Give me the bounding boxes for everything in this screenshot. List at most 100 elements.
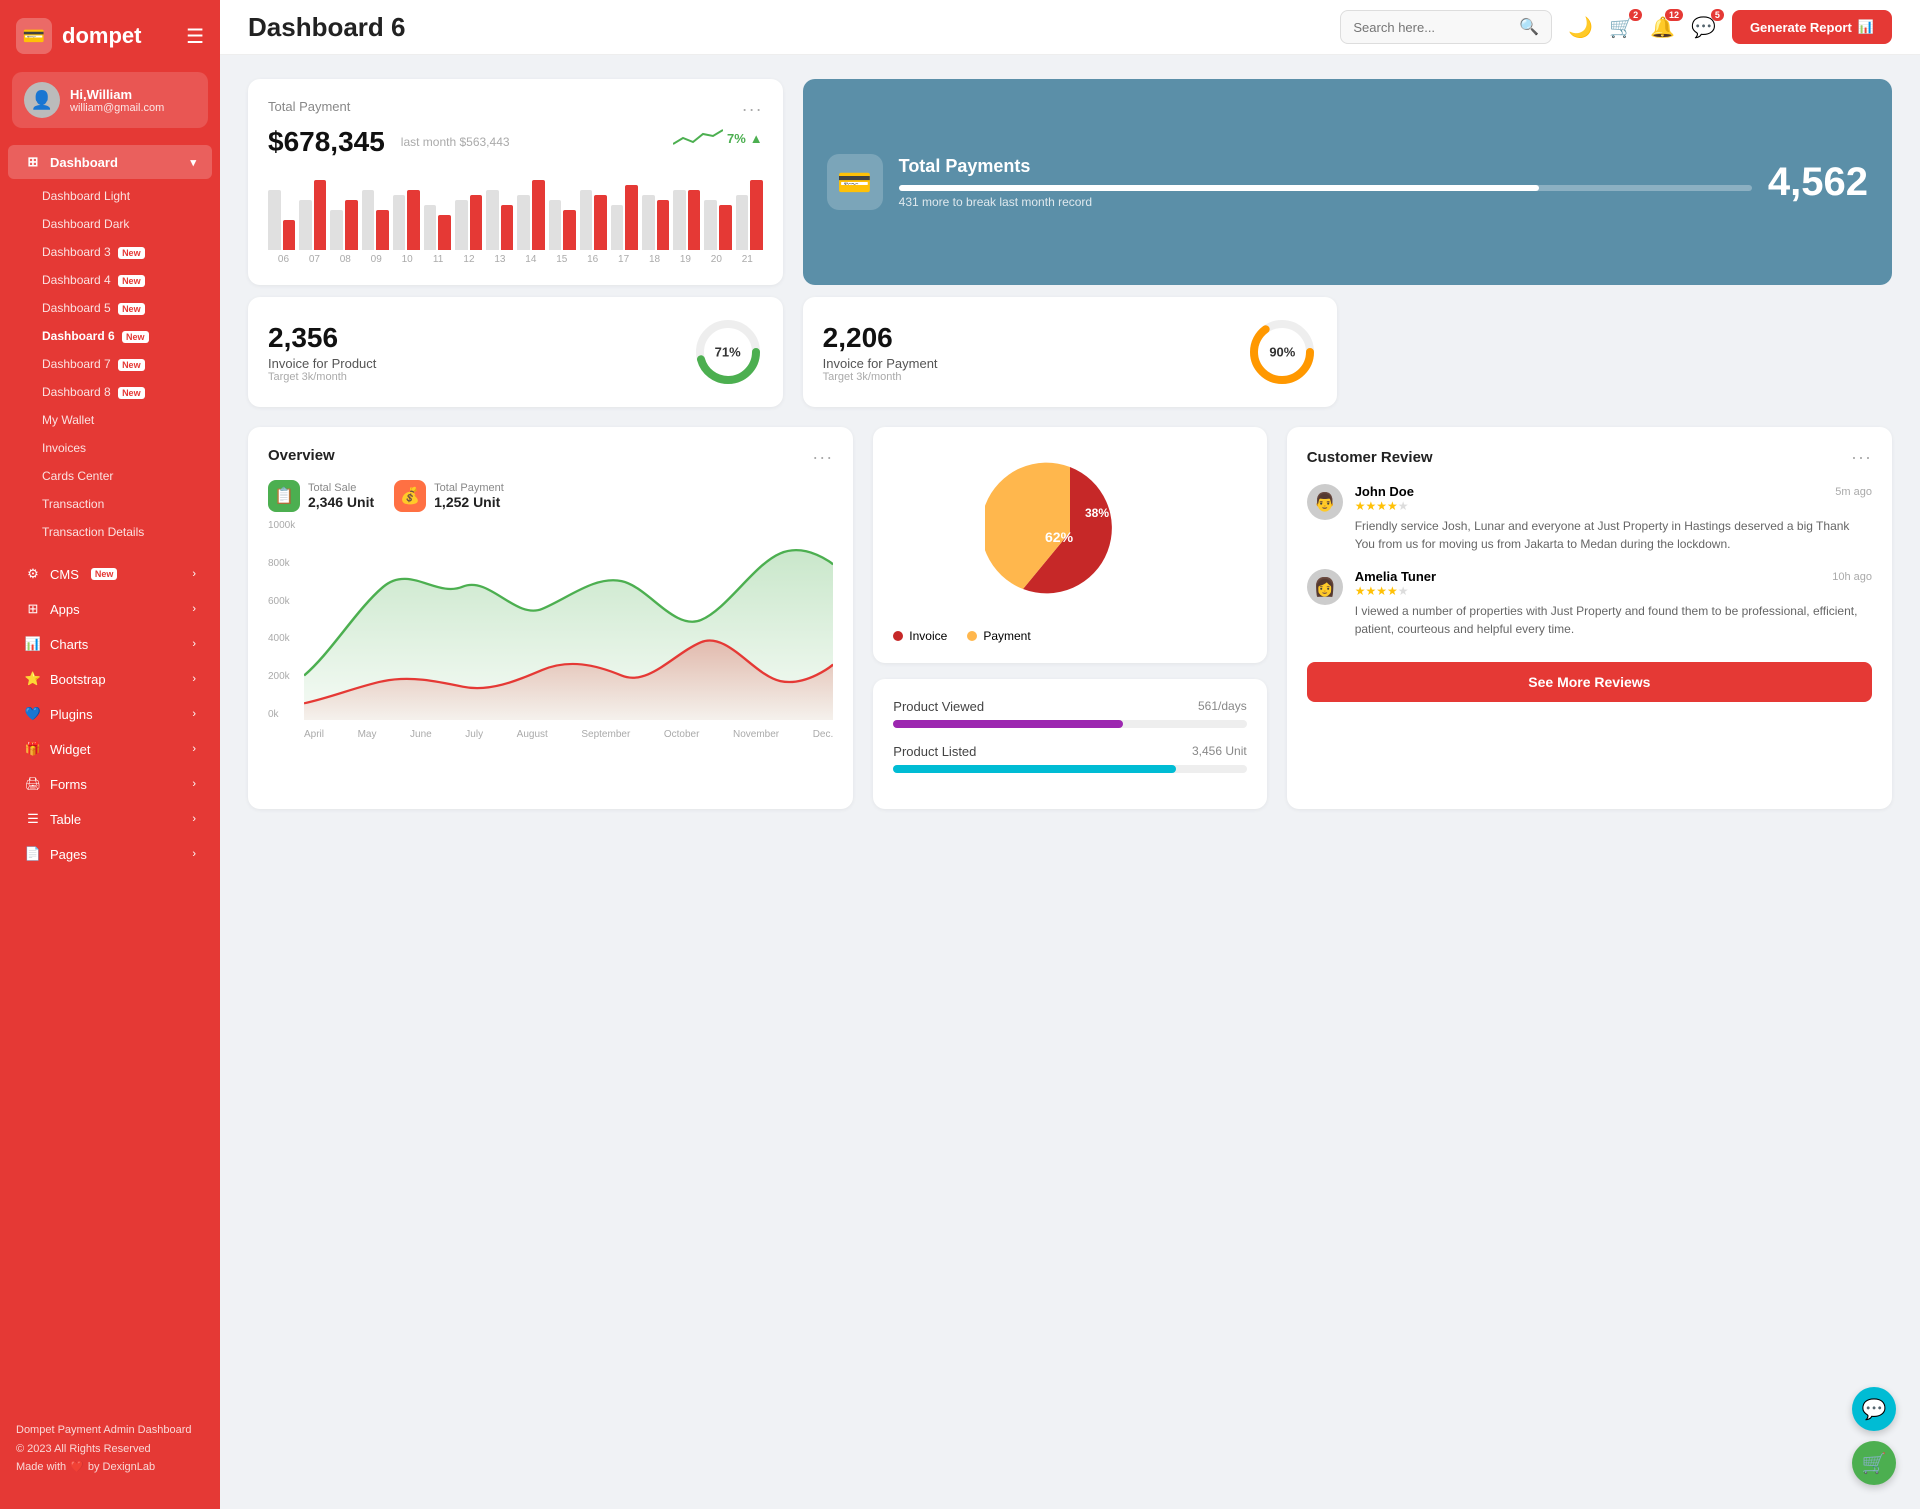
generate-report-button[interactable]: Generate Report 📊	[1732, 10, 1892, 44]
total-payment-title: Total Payment	[268, 99, 350, 114]
bar-labels: 06070809101112131415161718192021	[268, 254, 763, 265]
invoice-payment-card: 2,206 Invoice for Payment Target 3k/mont…	[803, 297, 1338, 407]
bar-x-label: 19	[670, 254, 701, 265]
bar-x-label: 09	[361, 254, 392, 265]
dashboard-nav: ⊞ Dashboard ▾ Dashboard Light Dashboard …	[0, 140, 220, 552]
table-icon: ☰	[24, 811, 42, 827]
sidebar-item-cms[interactable]: ⚙ CMS New ›	[8, 557, 212, 591]
product-listed-value: 3,456 Unit	[1192, 744, 1247, 759]
review-header: Customer Review ···	[1307, 447, 1872, 468]
bell-badge: 12	[1665, 9, 1683, 21]
svg-text:62%: 62%	[1045, 529, 1074, 545]
total-sale-value: 2,346 Unit	[308, 494, 374, 510]
total-sale-icon: 📋	[268, 480, 300, 512]
bar-gray	[704, 200, 717, 250]
bar-group	[362, 190, 389, 250]
sidebar-item-apps[interactable]: ⊞ Apps ›	[8, 592, 212, 626]
bar-x-label: 18	[639, 254, 670, 265]
trend-badge: 7% ▲	[673, 126, 763, 150]
sidebar-item-dashboard-light[interactable]: Dashboard Light	[0, 182, 220, 210]
reviewer-time-2: 10h ago	[1832, 571, 1872, 583]
chat-icon-wrap[interactable]: 💬 5	[1691, 15, 1716, 40]
more-options-btn[interactable]: ···	[742, 99, 763, 120]
hamburger-icon[interactable]: ☰	[186, 24, 204, 49]
total-sale-legend: 📋 Total Sale 2,346 Unit	[268, 480, 374, 512]
invoice-payment-number: 2,206	[823, 322, 1232, 354]
x-axis-labels: April May June July August September Oct…	[304, 729, 833, 740]
sidebar-item-bootstrap[interactable]: ⭐ Bootstrap ›	[8, 662, 212, 696]
sidebar-item-plugins[interactable]: 💙 Plugins ›	[8, 697, 212, 731]
chevron-right-icon: ›	[192, 638, 196, 650]
payment-legend-item: Payment	[967, 629, 1030, 643]
sidebar-item-transaction[interactable]: Transaction	[0, 490, 220, 518]
bar-x-label: 10	[392, 254, 423, 265]
bar-x-label: 21	[732, 254, 763, 265]
invoice-product-number: 2,356	[268, 322, 677, 354]
row-3: Overview ··· 📋 Total Sale 2,346 Unit 💰	[248, 427, 1892, 809]
sidebar-item-table[interactable]: ☰ Table ›	[8, 802, 212, 836]
invoice-product-pct: 71%	[715, 345, 741, 360]
invoice-payment-info: 2,206 Invoice for Payment Target 3k/mont…	[823, 322, 1232, 383]
sidebar-item-dashboard-dark[interactable]: Dashboard Dark	[0, 210, 220, 238]
sidebar-item-pages[interactable]: 📄 Pages ›	[8, 837, 212, 871]
chevron-down-icon: ▾	[190, 156, 196, 169]
sidebar-item-dashboard-5[interactable]: Dashboard 5 New	[0, 294, 220, 322]
reviewer-stars-2: ★★★★★	[1355, 584, 1872, 598]
cart-float-btn[interactable]: 🛒	[1852, 1441, 1896, 1485]
search-input[interactable]	[1353, 20, 1513, 35]
sidebar-item-dashboard-3[interactable]: Dashboard 3 New	[0, 238, 220, 266]
total-payment-legend-icon: 💰	[394, 480, 426, 512]
review-item-2: 👩 Amelia Tuner 10h ago ★★★★★ I viewed a …	[1307, 569, 1872, 638]
sidebar-item-dashboard[interactable]: ⊞ Dashboard ▾	[8, 145, 212, 179]
support-float-btn[interactable]: 💬	[1852, 1387, 1896, 1431]
charts-icon: 📊	[24, 636, 42, 652]
row-1: Total Payment ··· $678,345 last month $5…	[248, 79, 1892, 285]
bar-x-label: 15	[546, 254, 577, 265]
product-viewed-value: 561/days	[1198, 699, 1247, 714]
reviewer-name-2: Amelia Tuner	[1355, 569, 1436, 584]
invoice-payment-target: Target 3k/month	[823, 371, 1232, 383]
see-more-reviews-button[interactable]: See More Reviews	[1307, 662, 1872, 702]
bell-icon-wrap[interactable]: 🔔 12	[1650, 15, 1675, 40]
bar-gray	[330, 210, 343, 250]
sidebar-item-my-wallet[interactable]: My Wallet	[0, 406, 220, 434]
footer-made-with: Made with ❤️ by DexignLab	[16, 1458, 204, 1477]
sidebar-item-widget[interactable]: 🎁 Widget ›	[8, 732, 212, 766]
reviewer-name-1: John Doe	[1355, 484, 1414, 499]
sidebar-item-dashboard-4[interactable]: Dashboard 4 New	[0, 266, 220, 294]
total-payment-amount: $678,345	[268, 126, 385, 158]
sidebar-item-dashboard-8[interactable]: Dashboard 8 New	[0, 378, 220, 406]
product-stats-card: Product Viewed 561/days Product Listed 3…	[873, 679, 1266, 809]
bar-red	[283, 220, 296, 250]
sidebar-item-forms[interactable]: 🖨 Forms ›	[8, 767, 212, 801]
bar-x-label: 16	[577, 254, 608, 265]
sidebar-item-invoices[interactable]: Invoices	[0, 434, 220, 462]
plugins-icon: 💙	[24, 706, 42, 722]
search-icon[interactable]: 🔍	[1519, 17, 1539, 37]
bar-group	[517, 180, 544, 250]
svg-text:38%: 38%	[1085, 506, 1109, 520]
sidebar-item-dashboard-7[interactable]: Dashboard 7 New	[0, 350, 220, 378]
sidebar-item-cards-center[interactable]: Cards Center	[0, 462, 220, 490]
bar-chart	[268, 170, 763, 250]
heart-icon: ❤️	[70, 1458, 84, 1477]
invoice-legend-item: Invoice	[893, 629, 947, 643]
customer-review-card: Customer Review ··· 👨 John Doe 5m ago ★★…	[1287, 427, 1892, 809]
bar-group	[455, 195, 482, 250]
cart-icon-wrap[interactable]: 🛒 2	[1609, 15, 1634, 40]
review-more-btn[interactable]: ···	[1851, 447, 1872, 468]
review-text-1: Friendly service Josh, Lunar and everyon…	[1355, 517, 1872, 553]
topbar-icons: 🌙 🛒 2 🔔 12 💬 5	[1568, 15, 1716, 40]
theme-toggle[interactable]: 🌙	[1568, 15, 1593, 40]
floating-buttons: 💬 🛒	[1852, 1387, 1896, 1485]
sidebar-item-dashboard-6[interactable]: Dashboard 6 New	[0, 322, 220, 350]
sidebar-item-charts[interactable]: 📊 Charts ›	[8, 627, 212, 661]
total-payment-card: Total Payment ··· $678,345 last month $5…	[248, 79, 783, 285]
topbar: Dashboard 6 🔍 🌙 🛒 2 🔔 12 💬 5 Generate Re…	[220, 0, 1920, 55]
chevron-right-icon: ›	[192, 603, 196, 615]
sidebar-item-transaction-details[interactable]: Transaction Details	[0, 518, 220, 546]
bar-gray	[299, 200, 312, 250]
product-listed-progress	[893, 765, 1246, 773]
product-viewed-stat: Product Viewed 561/days	[893, 699, 1246, 728]
overview-more-btn[interactable]: ···	[812, 447, 833, 468]
